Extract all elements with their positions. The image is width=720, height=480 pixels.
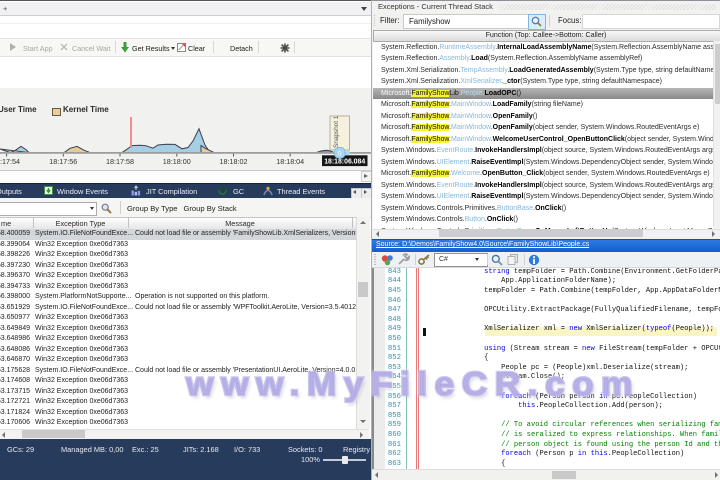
svg-text:18:18:02: 18:18:02 — [220, 157, 248, 166]
svg-text:0: 0 — [338, 151, 342, 158]
svg-text:18:17:54: 18:17:54 — [0, 157, 20, 166]
svg-text:18:18:00: 18:18:00 — [163, 157, 191, 166]
svg-text:18:17:56: 18:17:56 — [49, 157, 77, 166]
svg-text:18:18:06.084: 18:18:06.084 — [324, 158, 365, 165]
svg-text:Snapshot 1: Snapshot 1 — [333, 115, 340, 148]
svg-text:18:18:04: 18:18:04 — [276, 157, 304, 166]
svg-text:18:17:58: 18:17:58 — [106, 157, 134, 166]
